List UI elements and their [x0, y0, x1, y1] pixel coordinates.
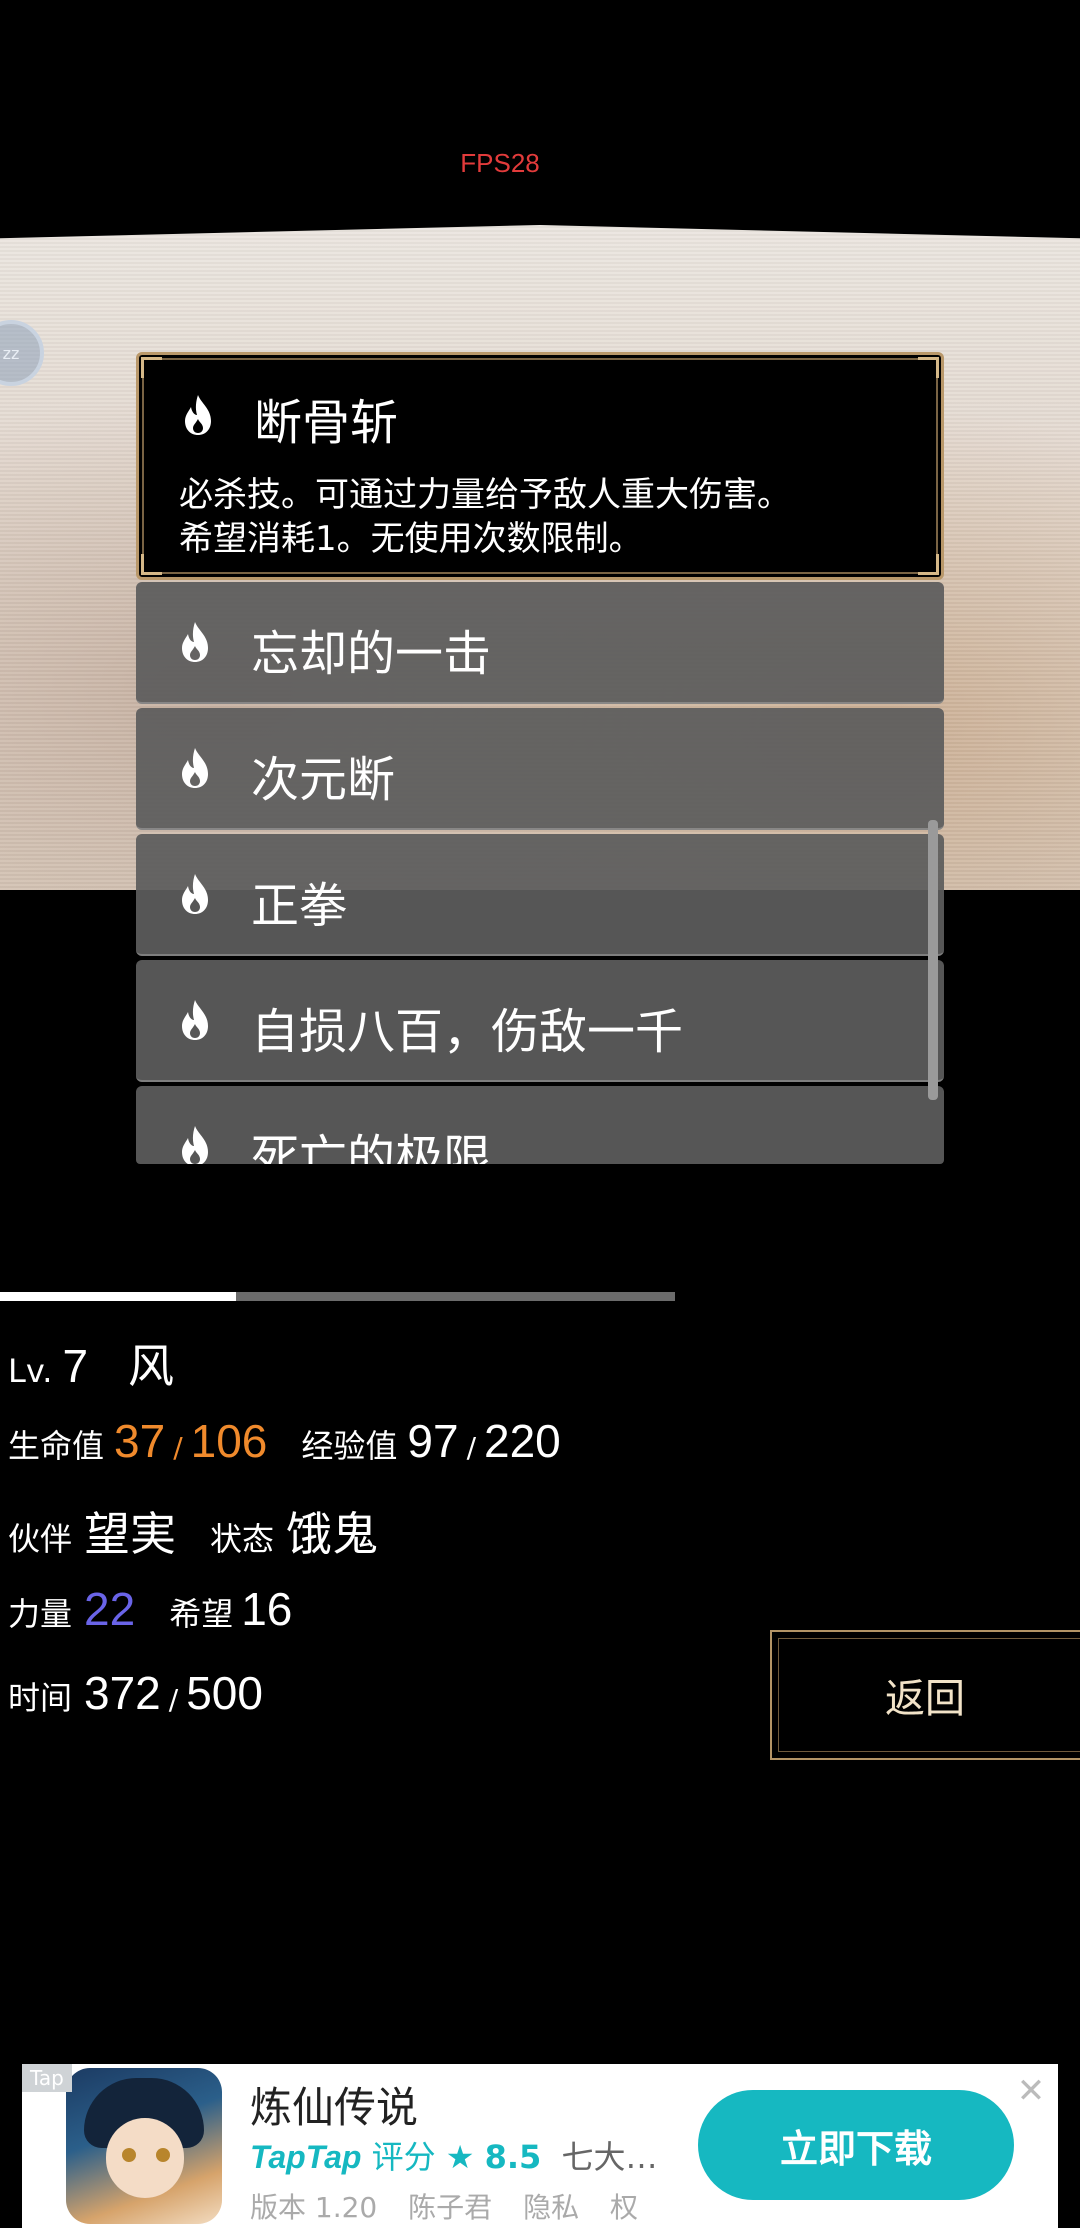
- progress-bar: [0, 1292, 675, 1301]
- strength-label: 力量: [8, 1595, 73, 1633]
- flame-icon: [182, 1126, 208, 1164]
- hope-value: 16: [241, 1583, 293, 1635]
- flame-icon: [182, 1000, 208, 1040]
- hope-label: 希望: [169, 1595, 234, 1633]
- ad-version: 版本 1.20: [250, 2191, 378, 2224]
- frame-corner: [918, 357, 939, 378]
- game-app-icon[interactable]: [66, 2068, 222, 2224]
- icon-art: [122, 2148, 136, 2162]
- skill-name: 次元断: [251, 752, 396, 808]
- fps-counter: FPS28: [460, 148, 540, 178]
- description-line: 必杀技。可通过力量给予敌人重大伤害。: [179, 475, 791, 515]
- selected-skill-description: 必杀技。可通过力量给予敌人重大伤害。 希望消耗1。无使用次数限制。: [179, 473, 919, 561]
- partner-label: 伙伴: [8, 1520, 73, 1558]
- star-icon: ★: [445, 2138, 475, 2176]
- progress-fill: [0, 1292, 237, 1301]
- flame-icon: [185, 395, 211, 435]
- skill-item[interactable]: 次元断: [136, 708, 944, 830]
- ad-tag: Tap: [22, 2064, 72, 2092]
- skill-item-selected[interactable]: 断骨斩 必杀技。可通过力量给予敌人重大伤害。 希望消耗1。无使用次数限制。: [136, 352, 944, 580]
- time-slash: /: [168, 1683, 179, 1716]
- description-line: 希望消耗1。无使用次数限制。: [179, 519, 643, 559]
- skill-name: 忘却的一击: [251, 626, 492, 682]
- exp-max: 220: [484, 1415, 561, 1467]
- skill-name: 死亡的极限: [251, 1130, 492, 1164]
- frame-corner: [141, 554, 162, 575]
- level-row: Lv. 7 风: [8, 1330, 174, 1396]
- hp-max: 106: [190, 1415, 268, 1467]
- hp-current: 37: [114, 1415, 166, 1467]
- ad-title[interactable]: 炼仙传说: [250, 2074, 418, 2135]
- frame-corner: [141, 357, 162, 378]
- skill-list-scrollbar[interactable]: [928, 820, 938, 1100]
- time-max: 500: [186, 1667, 263, 1719]
- ad-rating: TapTap 评分 ★ 8.5 七大…: [250, 2132, 658, 2178]
- hp-slash: /: [173, 1431, 183, 1464]
- rating-value: 8.5: [484, 2138, 542, 2176]
- flame-icon: [182, 622, 208, 662]
- exp-current: 97: [407, 1415, 459, 1467]
- icon-art: [106, 2118, 184, 2198]
- skill-menu[interactable]: 断骨斩 必杀技。可通过力量给予敌人重大伤害。 希望消耗1。无使用次数限制。 忘却…: [136, 352, 944, 1164]
- status-label: 状态: [210, 1520, 275, 1558]
- selected-skill-name: 断骨斩: [254, 395, 399, 451]
- hp-exp-row: 生命值 37 / 106 经验值 97 / 220: [8, 1414, 561, 1468]
- skill-item[interactable]: 自损八百，伤敌一千: [136, 960, 944, 1082]
- close-icon[interactable]: ✕: [1014, 2074, 1048, 2108]
- icon-art: [156, 2148, 170, 2162]
- skill-name: 自损八百，伤敌一千: [251, 1004, 684, 1060]
- level-value: 7: [62, 1340, 89, 1392]
- level-label: Lv.: [8, 1352, 53, 1390]
- skill-item[interactable]: 死亡的极限: [136, 1086, 944, 1164]
- time-row: 时间 372 / 500: [8, 1666, 263, 1720]
- ad-developer: 陈子君: [408, 2191, 493, 2224]
- exp-label: 经验值: [301, 1427, 398, 1465]
- ad-banner[interactable]: Tap 炼仙传说 TapTap 评分 ★ 8.5 七大… 版本 1.20 陈子君…: [22, 2064, 1058, 2228]
- status-value: 饿鬼: [286, 1508, 379, 1560]
- flame-icon: [182, 874, 208, 914]
- frame-corner: [918, 554, 939, 575]
- time-label: 时间: [8, 1679, 73, 1717]
- skill-item[interactable]: 正拳: [136, 834, 944, 956]
- flame-icon: [182, 748, 208, 788]
- rating-description: 七大…: [561, 2138, 658, 2176]
- strength-value: 22: [84, 1583, 136, 1635]
- exp-slash: /: [466, 1431, 476, 1464]
- character-name: 风: [128, 1340, 175, 1392]
- skill-item[interactable]: 忘却的一击: [136, 582, 944, 704]
- partner-status-row: 伙伴 望実 状态 饿鬼: [8, 1498, 378, 1564]
- time-current: 372: [84, 1667, 161, 1719]
- taptap-brand: TapTap: [250, 2139, 362, 2175]
- back-button[interactable]: 返回: [770, 1630, 1080, 1760]
- ad-permissions-link[interactable]: 权: [610, 2191, 638, 2224]
- hp-label: 生命值: [8, 1427, 105, 1465]
- back-button-label: 返回: [885, 1676, 965, 1722]
- partner-value: 望実: [84, 1508, 177, 1560]
- skill-name: 正拳: [251, 878, 348, 934]
- rating-label: 评分: [371, 2138, 436, 2176]
- strength-hope-row: 力量 22 希望 16: [8, 1582, 292, 1636]
- ad-privacy-link[interactable]: 隐私: [523, 2191, 579, 2224]
- ad-meta: 版本 1.20 陈子君 隐私 权: [250, 2186, 660, 2226]
- download-button[interactable]: 立即下载: [698, 2090, 1014, 2200]
